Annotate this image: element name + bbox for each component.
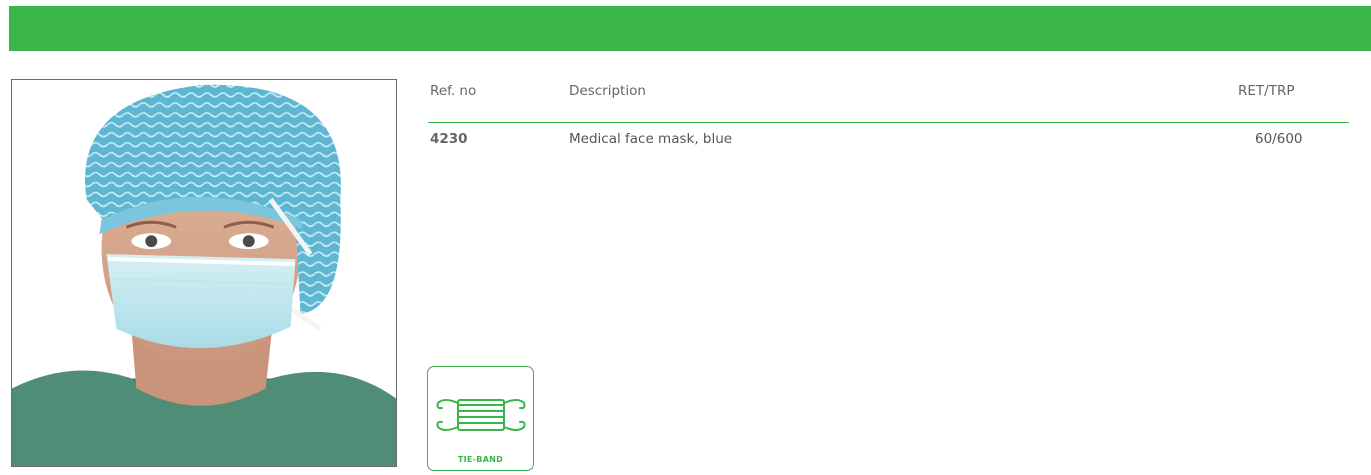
cell-description: Medical face mask, blue bbox=[569, 131, 733, 147]
badge-label: TIE-BAND bbox=[457, 455, 504, 464]
column-header-description: Description bbox=[569, 83, 646, 99]
cell-ref: 4230 bbox=[430, 131, 468, 147]
product-photo bbox=[11, 79, 397, 467]
cell-ret-trp: 60/600 bbox=[1255, 131, 1303, 147]
header-banner bbox=[9, 6, 1371, 51]
tie-band-badge: TIE-BAND bbox=[427, 366, 534, 471]
column-header-ref: Ref. no bbox=[430, 83, 477, 99]
column-header-ret-trp: RET/TRP bbox=[1238, 83, 1295, 99]
header-divider bbox=[428, 122, 1349, 123]
